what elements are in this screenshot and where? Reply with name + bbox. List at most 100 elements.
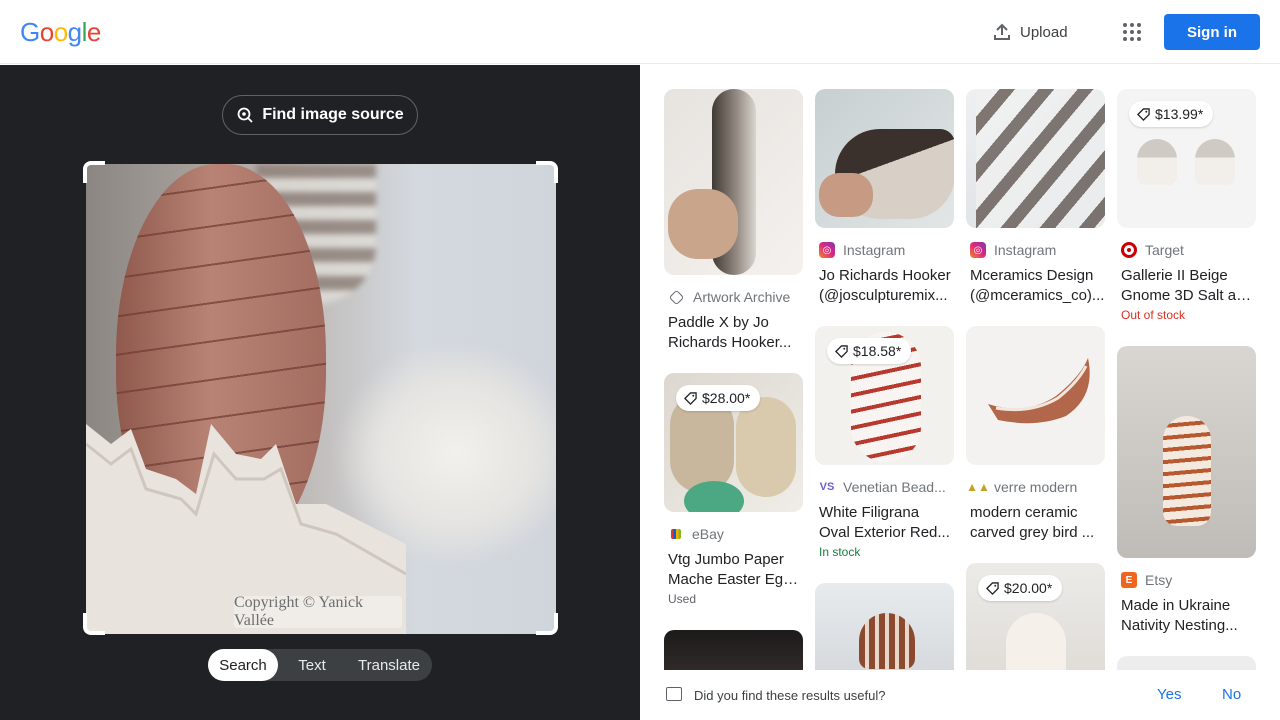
price-value: $28.00*: [702, 390, 751, 406]
result-thumbnail[interactable]: $28.00*: [664, 373, 803, 512]
price-badge: $18.58*: [827, 338, 912, 364]
lens-image-pane: Find image source Copyright © Yanick Val…: [0, 65, 640, 720]
apps-grid-icon[interactable]: [1120, 20, 1144, 44]
upload-icon: [994, 23, 1010, 40]
result-thumbnail[interactable]: [664, 89, 803, 275]
source-name: Instagram: [843, 242, 906, 258]
etsy-icon: E: [1121, 572, 1137, 588]
google-logo[interactable]: Google: [20, 17, 101, 48]
result-title[interactable]: Made in Ukraine Nativity Nesting...: [1117, 596, 1256, 636]
title-line: carved grey bird ...: [970, 524, 1095, 541]
result-title[interactable]: Paddle X by Jo Richards Hooker...: [664, 313, 803, 353]
result-title[interactable]: White Filigrana Oval Exterior Red...: [815, 503, 954, 543]
top-bar: Google Upload Sign in: [0, 0, 1280, 64]
price-tag-icon: [684, 391, 697, 405]
upload-button[interactable]: Upload: [992, 20, 1068, 44]
crop-handle-bottom-right[interactable]: [536, 613, 558, 635]
instagram-icon: ◎: [819, 242, 835, 258]
crop-handle-bottom-left[interactable]: [83, 613, 105, 635]
result-title[interactable]: modern ceramic carved grey bird ...: [966, 503, 1105, 543]
result-card[interactable]: [664, 630, 803, 670]
price-badge: $20.00*: [978, 575, 1063, 601]
result-card[interactable]: E Etsy Made in Ukraine Nativity Nesting.…: [1117, 346, 1256, 636]
price-tag-icon: [835, 344, 848, 358]
result-card[interactable]: ◎ Instagram Jo Richards Hooker (@josculp…: [815, 89, 954, 306]
result-source: ◎ Instagram: [815, 242, 954, 258]
artwork-archive-icon: [668, 289, 685, 305]
feedback-no-button[interactable]: No: [1222, 686, 1241, 703]
availability-status: Out of stock: [1121, 308, 1186, 322]
upload-label: Upload: [1020, 23, 1068, 41]
sign-in-button[interactable]: Sign in: [1164, 14, 1260, 50]
title-line: Made in Ukraine: [1121, 597, 1231, 614]
result-title[interactable]: Mceramics Design (@mceramics_co)...: [966, 266, 1105, 306]
logo-letter: o: [53, 17, 68, 47]
result-source: Target: [1117, 242, 1256, 258]
logo-letter: G: [20, 17, 40, 47]
feedback-yes-button[interactable]: Yes: [1157, 686, 1181, 703]
find-image-source-button[interactable]: Find image source: [222, 95, 418, 135]
price-value: $20.00*: [1004, 580, 1053, 596]
result-title[interactable]: Vtg Jumbo Paper Mache Easter Egg...: [664, 550, 803, 590]
source-name: Target: [1145, 242, 1184, 258]
result-card[interactable]: $28.00* eBay Vtg Jumbo Paper Mache Easte…: [664, 373, 803, 606]
venetian-bead-icon: VS: [819, 481, 835, 493]
tab-translate[interactable]: Translate: [346, 649, 432, 681]
result-thumbnail[interactable]: $13.99*: [1117, 89, 1256, 228]
title-line: Jo Richards Hooker: [819, 267, 951, 284]
result-thumbnail[interactable]: [1117, 656, 1256, 670]
logo-letter: o: [39, 17, 54, 47]
instagram-icon: ◎: [970, 242, 986, 258]
result-thumbnail[interactable]: [664, 630, 803, 670]
availability-status: In stock: [819, 545, 861, 559]
result-title[interactable]: Gallerie II Beige Gnome 3D Salt an...: [1117, 266, 1256, 306]
title-line: White Filigrana: [819, 504, 920, 521]
result-source: Artwork Archive: [664, 289, 803, 305]
tab-search[interactable]: Search: [208, 649, 278, 681]
result-card[interactable]: $18.58* VS Venetian Bead... White Filigr…: [815, 326, 954, 559]
result-thumbnail[interactable]: [815, 89, 954, 228]
lens-search-icon: [237, 107, 253, 123]
source-name: Venetian Bead...: [843, 479, 946, 495]
source-name: Etsy: [1145, 572, 1173, 588]
feedback-icon: [666, 687, 682, 701]
title-line: Vtg Jumbo Paper: [668, 551, 784, 568]
ebay-icon: [671, 529, 681, 539]
result-card[interactable]: Artwork Archive Paddle X by Jo Richards …: [664, 89, 803, 353]
lens-mode-switcher: Search Text Translate: [208, 649, 432, 681]
result-source: ▲▲ verre modern: [966, 479, 1105, 495]
title-line: Nativity Nesting...: [1121, 617, 1238, 634]
title-line: Mceramics Design: [970, 267, 1094, 284]
result-thumbnail[interactable]: [815, 583, 954, 670]
result-thumbnail[interactable]: $20.00*: [966, 563, 1105, 670]
verre-modern-icon: ▲▲: [966, 480, 990, 494]
result-card[interactable]: [815, 583, 954, 670]
result-source: VS Venetian Bead...: [815, 479, 954, 495]
copyright-watermark: Copyright © Yanick Vallée: [234, 594, 402, 629]
source-name: Artwork Archive: [693, 289, 791, 305]
title-line: Mache Easter Egg...: [668, 571, 803, 588]
result-card[interactable]: [1117, 656, 1256, 670]
find-source-label: Find image source: [262, 106, 404, 123]
result-thumbnail[interactable]: [1117, 346, 1256, 558]
title-line: Oval Exterior Red...: [819, 524, 950, 541]
result-thumbnail[interactable]: [966, 89, 1105, 228]
title-line: Gallerie II Beige: [1121, 267, 1228, 284]
result-card[interactable]: $20.00*: [966, 563, 1105, 670]
source-name: eBay: [692, 526, 724, 542]
crop-handle-top-left[interactable]: [83, 161, 105, 183]
tab-text[interactable]: Text: [278, 649, 346, 681]
title-line: (@mceramics_co)...: [970, 287, 1105, 304]
title-line: Gnome 3D Salt an...: [1121, 287, 1256, 304]
result-thumbnail[interactable]: [966, 326, 1105, 465]
result-thumbnail[interactable]: $18.58*: [815, 326, 954, 465]
result-card[interactable]: ▲▲ verre modern modern ceramic carved gr…: [966, 326, 1105, 543]
title-line: Paddle X by Jo: [668, 314, 769, 331]
result-card[interactable]: $13.99* Target Gallerie II Beige Gnome 3…: [1117, 89, 1256, 322]
result-title[interactable]: Jo Richards Hooker (@josculpturemix...: [815, 266, 954, 306]
price-tag-icon: [986, 581, 999, 595]
result-card[interactable]: ◎ Instagram Mceramics Design (@mceramics…: [966, 89, 1105, 306]
logo-letter: g: [67, 17, 82, 47]
crop-handle-top-right[interactable]: [536, 161, 558, 183]
query-image[interactable]: Copyright © Yanick Vallée: [86, 164, 556, 634]
